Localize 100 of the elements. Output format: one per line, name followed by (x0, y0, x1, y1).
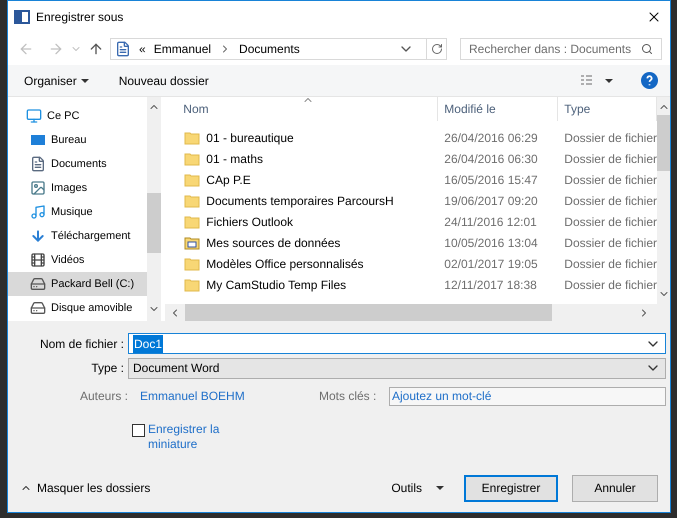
file-name: Documents temporaires ParcoursH (206, 192, 394, 210)
sidebar-item[interactable]: Documents (8, 152, 148, 176)
breadcrumb[interactable]: Documents (239, 40, 300, 58)
filename-field[interactable]: Doc1 (128, 333, 666, 354)
file-name: 01 - maths (206, 150, 263, 168)
type-select[interactable]: Document Word (128, 358, 666, 378)
folder-icon (184, 276, 200, 292)
sidebar-scrollbar[interactable] (147, 97, 162, 321)
file-type: Dossier de fichier (563, 256, 657, 272)
music-note-icon (30, 204, 46, 220)
address-bar[interactable]: « Emmanuel Documents (110, 38, 447, 60)
up-icon[interactable] (88, 41, 104, 57)
list-scrollbar[interactable] (657, 97, 670, 304)
modified-date: 12/11/2017 18:38 (443, 276, 538, 294)
cancel-button[interactable]: Annuler (572, 474, 658, 502)
sidebar-label: Bureau (51, 132, 86, 148)
picture-icon (30, 180, 46, 196)
sidebar-item[interactable]: Disque amovible (8, 296, 148, 320)
modified-date: 02/01/2017 19:05 (443, 256, 539, 272)
file-row[interactable]: 01 - maths 26/04/2016 06:30 Dossier de fichier (165, 148, 657, 169)
modified-date: 24/11/2016 12:01 (443, 214, 538, 230)
file-name: 01 - bureautique (206, 130, 294, 146)
modified-date: 16/05/2016 15:47 (443, 172, 539, 188)
search-icon (641, 43, 653, 55)
file-name: Fichiers Outlook (206, 214, 293, 230)
file-row[interactable]: Fichiers Outlook 24/11/2016 12:01 Dossier de fichier (165, 211, 657, 232)
drive-icon (30, 300, 46, 316)
checkbox-label[interactable]: Enregistrer la miniature (148, 422, 228, 452)
document-icon (30, 156, 46, 172)
modified-date: 26/04/2016 06:29 (443, 130, 539, 146)
dropdown-arrow-icon (436, 484, 444, 492)
modified-date: 26/04/2016 06:30 (443, 150, 539, 168)
horizontal-scrollbar[interactable] (165, 304, 670, 321)
refresh-icon[interactable] (430, 43, 442, 55)
sidebar-label: Documents (51, 156, 107, 172)
save-button[interactable]: Enregistrer (464, 474, 558, 502)
authors-link[interactable]: Emmanuel BOEHM (140, 387, 319, 405)
sidebar-item[interactable]: Téléchargement (8, 224, 148, 248)
file-row[interactable]: 01 - bureautique 26/04/2016 06:29 Dossier de fichier (165, 127, 657, 148)
file-type: Dossier de fichier (563, 172, 657, 188)
search-field[interactable]: Rechercher dans : Documents (460, 38, 662, 60)
tags-field[interactable]: Ajoutez un mot-clé (389, 386, 666, 406)
file-type: Dossier de fichier (563, 192, 657, 210)
sidebar-item[interactable]: Musique (8, 200, 148, 224)
modified-date: 10/05/2016 13:04 (443, 234, 539, 252)
filename-value: Doc1 (133, 334, 164, 352)
file-type: Dossier de fichier (563, 234, 657, 252)
file-row[interactable]: Documents temporaires ParcoursH 19/06/2017 09:20 Dossier de fichier (165, 190, 657, 211)
sidebar-item[interactable]: Vidéos (8, 248, 148, 272)
folder-with-window-icon (184, 234, 200, 250)
sidebar-label: Téléchargement (51, 228, 130, 244)
sidebar-label: Ce PC (47, 108, 80, 124)
help-icon[interactable] (641, 72, 658, 89)
dropdown-arrow-icon[interactable] (605, 76, 613, 84)
folder-icon (184, 192, 200, 208)
file-name: Mes sources de données (206, 234, 340, 252)
modified-date: 19/06/2017 09:20 (443, 192, 539, 210)
computer-icon (26, 108, 42, 124)
folder-icon (184, 172, 200, 188)
folder-icon (184, 256, 200, 272)
folder-icon (184, 150, 200, 166)
file-row[interactable]: Mes sources de données 10/05/2016 13:04 Dossier de fichier (165, 232, 657, 253)
sidebar-label: Packard Bell (C:) (51, 276, 134, 292)
file-type: Dossier de fichier (563, 150, 657, 168)
sidebar-label: Disque amovible (51, 300, 132, 316)
sidebar-label: Images (51, 180, 88, 196)
dropdown-arrow-icon (80, 76, 89, 84)
drive-icon (30, 276, 46, 292)
tools-menu[interactable]: Outils (391, 479, 444, 497)
film-icon (30, 252, 46, 268)
authors-label: Auteurs : (78, 388, 129, 405)
file-row[interactable]: Modèles Office personnalisés 02/01/2017 19:05 Dossier de fichier (165, 253, 657, 274)
file-name: My CamStudio Temp Files (206, 276, 346, 294)
folder-icon (184, 214, 200, 230)
organize-menu[interactable]: Organiser (24, 72, 89, 90)
file-name: CAp P.E (206, 172, 251, 188)
filename-label: Nom de fichier : (38, 336, 125, 352)
sidebar-label: Vidéos (51, 252, 84, 268)
word-logo-icon (14, 9, 30, 25)
file-type: Dossier de fichier (563, 276, 657, 294)
sidebar-item[interactable]: Images (8, 176, 148, 200)
tags-label: Mots clés : (319, 388, 378, 405)
sidebar-item[interactable]: Packard Bell (C:) (8, 272, 148, 296)
hide-folders-button[interactable]: Masquer les dossiers (37, 479, 150, 497)
breadcrumb-overflow[interactable]: « (139, 40, 146, 58)
file-row[interactable]: My CamStudio Temp Files 12/11/2017 18:38 Dossier de fichier (165, 274, 657, 295)
column-header[interactable]: Modifié le (438, 97, 558, 121)
new-folder-button[interactable]: Nouveau dossier (118, 72, 209, 90)
file-name: Modèles Office personnalisés (206, 256, 364, 272)
file-type: Dossier de fichier (563, 130, 657, 146)
folder-icon (184, 130, 200, 146)
checkbox[interactable] (132, 424, 145, 437)
sidebar-item[interactable]: Bureau (8, 128, 148, 152)
file-row[interactable]: CAp P.E 16/05/2016 15:47 Dossier de fichier (165, 169, 657, 190)
sidebar-item[interactable]: Ce PC (8, 104, 148, 128)
sidebar-label: Musique (51, 204, 93, 220)
type-label: Type : (90, 360, 125, 377)
column-header[interactable]: Nom (165, 97, 438, 121)
window-title: Enregistrer sous (36, 9, 124, 26)
breadcrumb[interactable]: Emmanuel (154, 40, 212, 58)
